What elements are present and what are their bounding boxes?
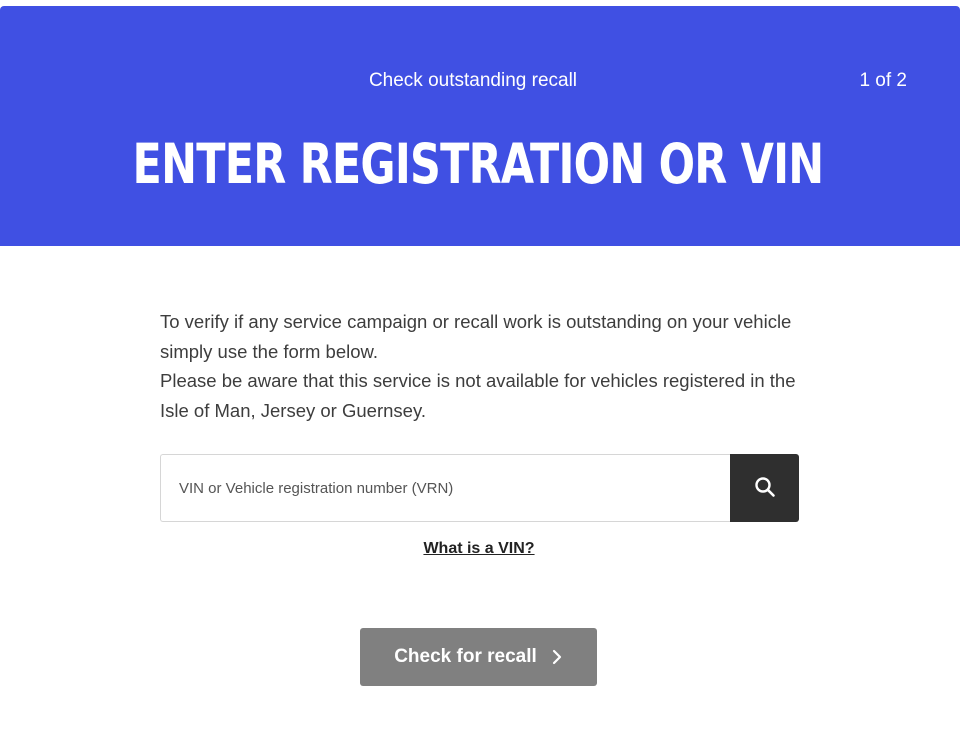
step-counter: 1 of 2	[859, 70, 907, 91]
check-for-recall-label: Check for recall	[394, 646, 537, 667]
page-header: Check outstanding recall 1 of 2 ENTER RE…	[0, 6, 960, 246]
search-button[interactable]	[730, 454, 799, 522]
what-is-vin-link[interactable]: What is a VIN?	[0, 540, 958, 558]
page-title: ENTER REGISTRATION OR VIN	[132, 132, 825, 196]
search-form	[160, 454, 799, 522]
intro-paragraph-availability: Please be aware that this service is not…	[160, 370, 796, 421]
intro-text: To verify if any service campaign or rec…	[160, 307, 800, 425]
intro-paragraph-verify: To verify if any service campaign or rec…	[160, 311, 792, 362]
vin-vrn-input[interactable]	[160, 454, 730, 522]
check-for-recall-button[interactable]: Check for recall	[360, 628, 597, 686]
step-title: Check outstanding recall	[368, 70, 578, 91]
search-icon	[753, 475, 777, 502]
recall-check-page: Check outstanding recall 1 of 2 ENTER RE…	[0, 0, 960, 740]
chevron-right-icon	[551, 649, 563, 665]
